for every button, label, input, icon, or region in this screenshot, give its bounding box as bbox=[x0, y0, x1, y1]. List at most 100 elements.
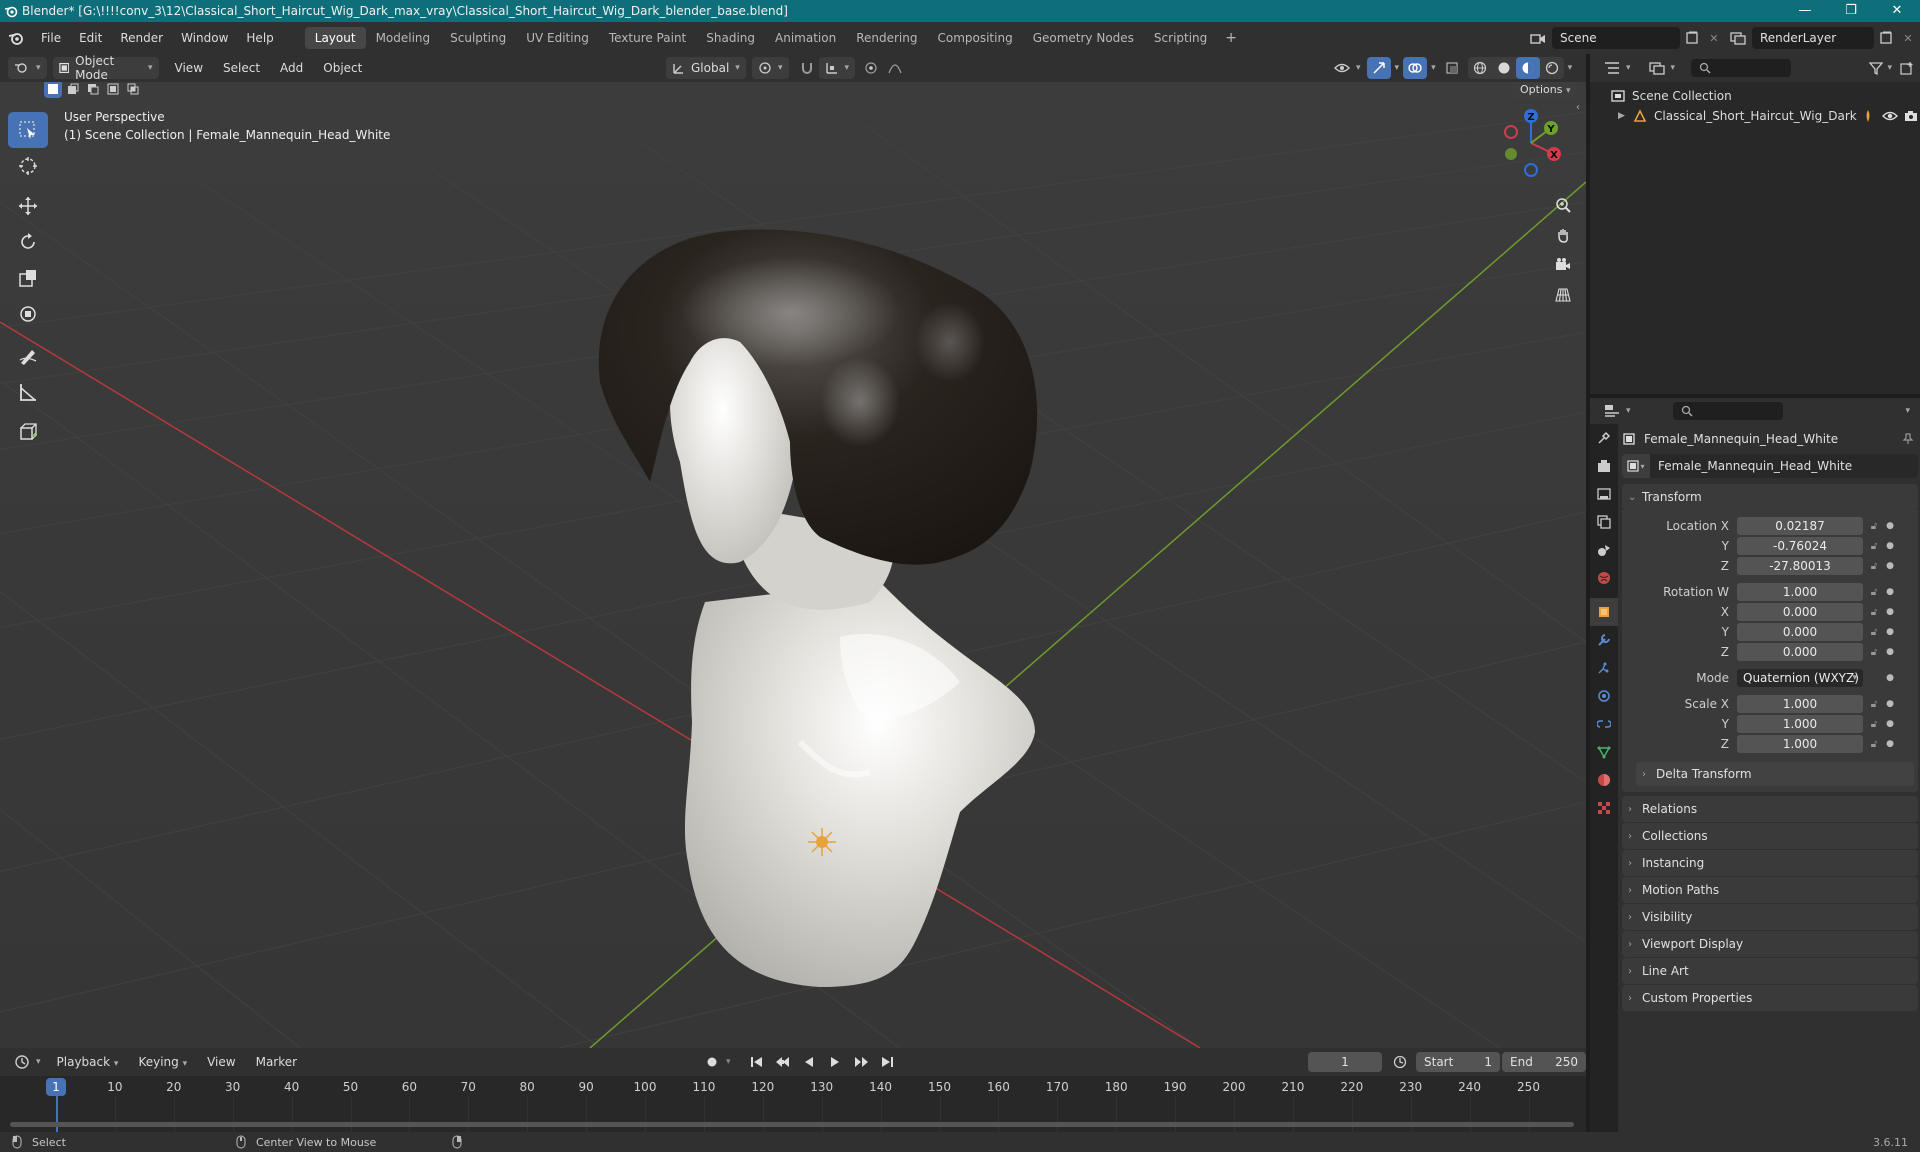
overlays-toggle-icon[interactable] bbox=[1403, 57, 1428, 79]
rotation-w-field[interactable]: 1.000 bbox=[1737, 583, 1863, 601]
tab-object[interactable] bbox=[1590, 598, 1618, 626]
record-icon[interactable] bbox=[700, 1051, 724, 1073]
scale-z-field[interactable]: 1.000 bbox=[1737, 735, 1863, 753]
keyframe-dot-icon[interactable]: ● bbox=[1885, 521, 1895, 531]
select-subtract-icon[interactable] bbox=[84, 82, 102, 98]
outliner-item[interactable]: ▶ Classical_Short_Haircut_Wig_Dark bbox=[1618, 106, 1920, 126]
material-preview-shading-icon[interactable] bbox=[1515, 57, 1540, 79]
tab-scene[interactable] bbox=[1590, 536, 1618, 564]
options-dropdown[interactable]: Options ▾ bbox=[1512, 82, 1579, 100]
menu-render[interactable]: Render bbox=[111, 22, 172, 54]
menu-view[interactable]: View bbox=[165, 61, 213, 75]
play-icon[interactable] bbox=[823, 1051, 847, 1073]
new-render-layer-icon[interactable] bbox=[1874, 31, 1898, 45]
instancing-panel-header[interactable]: › Instancing bbox=[1622, 850, 1918, 876]
keyframe-dot-icon[interactable]: ● bbox=[1885, 673, 1895, 683]
keyframe-dot-icon[interactable]: ● bbox=[1885, 739, 1895, 749]
new-scene-icon[interactable] bbox=[1680, 31, 1704, 45]
select-invert-icon[interactable] bbox=[104, 82, 122, 98]
viewport-display-panel-header[interactable]: › Viewport Display bbox=[1622, 931, 1918, 957]
jump-start-icon[interactable] bbox=[745, 1051, 769, 1073]
outliner-editor-type-dropdown[interactable]: ▾ bbox=[1598, 57, 1637, 79]
lock-icon[interactable]: 🔓︎ bbox=[1863, 627, 1885, 638]
scale-y-field[interactable]: 1.000 bbox=[1737, 715, 1863, 733]
properties-search-input[interactable] bbox=[1672, 402, 1783, 420]
overlays-dropdown-icon[interactable]: ▾ bbox=[1431, 63, 1436, 73]
blender-menu-icon[interactable] bbox=[0, 30, 32, 46]
scene-name-field[interactable]: Scene bbox=[1552, 27, 1680, 49]
current-frame-field[interactable]: 1 bbox=[1308, 1052, 1382, 1072]
rotate-tool[interactable] bbox=[8, 224, 48, 260]
menu-help[interactable]: Help bbox=[237, 22, 282, 54]
keyframe-dot-icon[interactable]: ● bbox=[1885, 719, 1895, 729]
play-reverse-icon[interactable] bbox=[797, 1051, 821, 1073]
select-extend-icon[interactable] bbox=[64, 82, 82, 98]
line-art-panel-header[interactable]: › Line Art bbox=[1622, 958, 1918, 984]
keyframe-dot-icon[interactable]: ● bbox=[1885, 699, 1895, 709]
lock-icon[interactable]: 🔓︎ bbox=[1863, 719, 1885, 730]
tab-view-layer[interactable] bbox=[1590, 508, 1618, 536]
eye-icon[interactable] bbox=[1882, 110, 1898, 122]
pan-hand-icon[interactable] bbox=[1548, 220, 1578, 250]
motion-paths-panel-header[interactable]: › Motion Paths bbox=[1622, 877, 1918, 903]
render-layer-icon[interactable] bbox=[1724, 31, 1752, 45]
select-new-icon[interactable] bbox=[44, 82, 62, 98]
visibility-dropdown[interactable]: ▾ bbox=[1328, 57, 1367, 79]
timeline-editor-type-dropdown[interactable]: ▾ bbox=[8, 1051, 47, 1073]
editor-type-dropdown[interactable]: ▾ bbox=[8, 57, 47, 79]
tab-output[interactable] bbox=[1590, 480, 1618, 508]
collections-panel-header[interactable]: › Collections bbox=[1622, 823, 1918, 849]
outliner-scene-collection[interactable]: Scene Collection bbox=[1610, 86, 1920, 106]
solid-shading-icon[interactable] bbox=[1492, 57, 1516, 79]
playhead-frame-indicator[interactable]: 1 bbox=[46, 1078, 66, 1096]
properties-editor-type-dropdown[interactable]: ▾ bbox=[1598, 400, 1637, 422]
tab-rendering[interactable]: Rendering bbox=[846, 27, 927, 49]
tab-texture[interactable] bbox=[1590, 794, 1618, 822]
move-tool[interactable] bbox=[8, 188, 48, 224]
new-collection-icon[interactable] bbox=[1900, 61, 1914, 75]
filter-dropdown[interactable]: ▾ bbox=[1869, 61, 1892, 75]
tab-constraints[interactable] bbox=[1590, 710, 1618, 738]
rotation-x-field[interactable]: 0.000 bbox=[1737, 603, 1863, 621]
sidebar-toggle-icon[interactable]: ‹ bbox=[1576, 102, 1580, 113]
render-camera-icon[interactable] bbox=[1904, 110, 1918, 122]
timeline-scrollbar[interactable] bbox=[10, 1122, 1574, 1127]
delta-transform-panel-header[interactable]: › Delta Transform bbox=[1636, 762, 1914, 786]
perspective-toggle-icon[interactable] bbox=[1548, 280, 1578, 310]
lock-icon[interactable]: 🔓︎ bbox=[1863, 561, 1885, 572]
rotation-y-field[interactable]: 0.000 bbox=[1737, 623, 1863, 641]
outliner-search-input[interactable] bbox=[1691, 59, 1792, 77]
keyframe-dot-icon[interactable]: ● bbox=[1885, 541, 1895, 551]
custom-properties-panel-header[interactable]: › Custom Properties bbox=[1622, 985, 1918, 1011]
properties-options-dropdown[interactable]: ▾ bbox=[1905, 406, 1910, 416]
tab-uv-editing[interactable]: UV Editing bbox=[516, 27, 599, 49]
keyframe-dot-icon[interactable]: ● bbox=[1885, 627, 1895, 637]
menu-timeline-view[interactable]: View bbox=[197, 1055, 245, 1069]
snap-target-dropdown[interactable]: ▾ bbox=[818, 57, 856, 79]
shading-dropdown-icon[interactable]: ▾ bbox=[1568, 63, 1573, 73]
gizmo-dropdown-icon[interactable]: ▾ bbox=[1395, 63, 1400, 73]
mode-dropdown[interactable]: Object Mode ▾ bbox=[52, 54, 159, 82]
tab-modifiers[interactable] bbox=[1590, 626, 1618, 654]
rotation-z-field[interactable]: 0.000 bbox=[1737, 643, 1863, 661]
menu-edit[interactable]: Edit bbox=[70, 22, 111, 54]
record-dropdown-icon[interactable]: ▾ bbox=[726, 1057, 731, 1067]
object-datablock-field[interactable]: ▾ Female_Mannequin_Head_White bbox=[1622, 454, 1918, 478]
render-layer-field[interactable]: RenderLayer bbox=[1752, 27, 1874, 49]
keyframe-dot-icon[interactable]: ● bbox=[1885, 647, 1895, 657]
falloff-icon[interactable] bbox=[883, 57, 907, 79]
menu-window[interactable]: Window bbox=[172, 22, 237, 54]
scene-icon[interactable] bbox=[1524, 31, 1552, 45]
menu-file[interactable]: File bbox=[32, 22, 70, 54]
camera-view-icon[interactable] bbox=[1548, 250, 1578, 280]
wireframe-shading-icon[interactable] bbox=[1468, 57, 1492, 79]
tab-data[interactable] bbox=[1590, 738, 1618, 766]
prev-keyframe-icon[interactable] bbox=[771, 1051, 795, 1073]
timeline[interactable]: 1102030405060708090100110120130140150160… bbox=[0, 1076, 1586, 1132]
display-mode-dropdown[interactable]: ▾ bbox=[1643, 57, 1682, 79]
proportional-edit-icon[interactable] bbox=[859, 57, 883, 79]
tab-material[interactable] bbox=[1590, 766, 1618, 794]
cursor-tool[interactable] bbox=[8, 148, 48, 184]
select-intersect-icon[interactable] bbox=[124, 82, 142, 98]
tab-texture-paint[interactable]: Texture Paint bbox=[599, 27, 696, 49]
